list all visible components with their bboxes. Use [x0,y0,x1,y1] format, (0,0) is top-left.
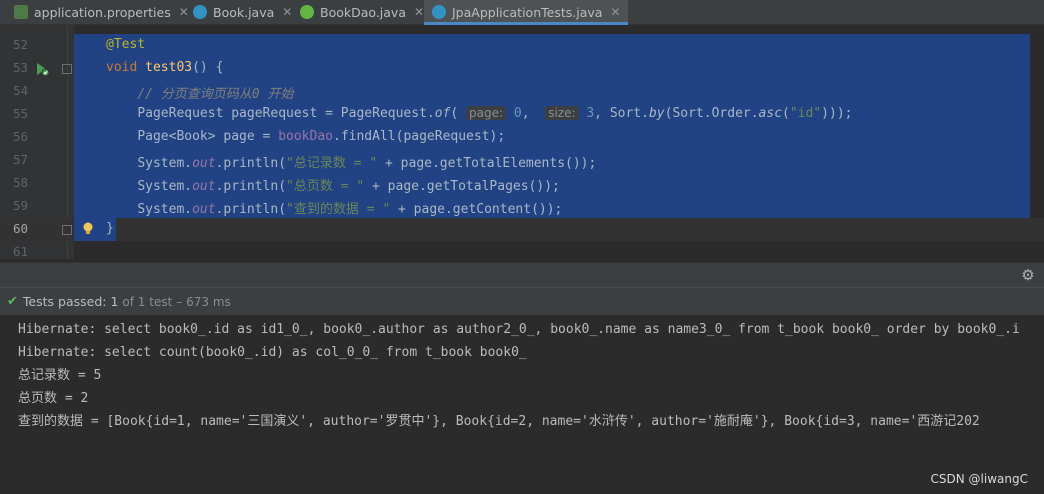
annotation: @Test [106,37,146,52]
method-name: test03 [145,60,193,75]
tests-total: of 1 test [122,294,173,309]
tab-label: application.properties [34,4,171,20]
code-line-58[interactable]: 58 System.out.println("总页数 = " + page.ge… [0,172,1044,195]
close-icon[interactable]: ✕ [282,5,292,19]
tests-duration: – 673 ms [176,294,231,309]
close-icon[interactable]: ✕ [414,5,424,19]
watermark: CSDN @liwangC [930,472,1028,486]
code-line-56[interactable]: 56 Page<Book> page = bookDao.findAll(pag… [0,126,1044,149]
check-icon: ✔ [7,294,18,309]
line-number: 59 [12,198,28,213]
editor-tab-bar: application.properties ✕ Book.java ✕ Boo… [0,0,1044,25]
tab-label: JpaApplicationTests.java [452,4,603,20]
code-line-53[interactable]: 53 void test03() { [0,57,1044,80]
fold-icon[interactable] [62,225,72,235]
line-number: 54 [12,83,28,98]
line-number: 53 [12,60,28,75]
run-test-icon[interactable] [34,61,50,77]
tests-passed-count: 1 [110,294,119,309]
code-line-57[interactable]: 57 System.out.println("总记录数 = " + page.g… [0,149,1044,172]
tab-bookdao-java[interactable]: BookDao.java ✕ [300,0,424,24]
console-line: 总页数 = 2 [18,391,89,406]
code-editor[interactable]: 52 @Test 53 void test03() { 54 // 分页查询页码… [0,25,1044,259]
line-number: 56 [12,129,28,144]
code-line-52[interactable]: 52 @Test [0,34,1044,57]
code-line-55[interactable]: 55 PageRequest pageRequest = PageRequest… [0,103,1044,126]
param-hint: page: [466,106,507,120]
param-hint: size: [545,106,579,120]
console-output[interactable]: Hibernate: select book0_.id as id1_0_, b… [0,315,1044,494]
code-line-59[interactable]: 59 System.out.println("查到的数据 = " + page.… [0,195,1044,218]
line-number: 52 [12,37,28,52]
tab-book-java[interactable]: Book.java ✕ [193,0,292,24]
tab-label: Book.java [213,4,275,20]
tests-status: Tests passed: [22,294,107,309]
code-comment: // 分页查询页码从0 开始 [137,87,294,102]
console-line: Hibernate: select book0_.id as id1_0_, b… [18,322,1020,337]
close-icon[interactable]: ✕ [179,5,189,19]
close-icon[interactable]: ✕ [610,5,620,19]
code-line-54[interactable]: 54 // 分页查询页码从0 开始 [0,80,1044,103]
java-class-icon [193,5,207,19]
lightbulb-icon[interactable] [82,222,94,236]
fold-icon[interactable] [62,64,72,74]
tab-label: BookDao.java [320,4,406,20]
line-number: 57 [12,152,28,167]
code-line-61[interactable]: 61 [0,241,1044,259]
line-number: 60 [12,221,28,236]
code-line-60[interactable]: 60 } [0,218,1044,241]
test-status-bar: ✔ Tests passed: 1 of 1 test – 673 ms [0,287,1044,316]
java-test-class-icon [432,5,446,19]
line-number: 58 [12,175,28,190]
console-line: Hibernate: select count(book0_.id) as co… [18,345,527,360]
java-interface-icon [300,5,314,19]
run-tool-header: ⚙ [0,262,1044,287]
tab-application-properties[interactable]: application.properties ✕ [14,0,189,24]
line-number: 55 [12,106,28,121]
console-line: 总记录数 = 5 [18,368,102,383]
tab-jpaapplicationtests-java[interactable]: JpaApplicationTests.java ✕ [424,0,629,25]
properties-file-icon [14,5,28,19]
line-number: 61 [12,244,28,259]
console-line: 查到的数据 = [Book{id=1, name='三国演义', author=… [18,414,980,429]
gear-icon[interactable]: ⚙ [1020,267,1036,283]
